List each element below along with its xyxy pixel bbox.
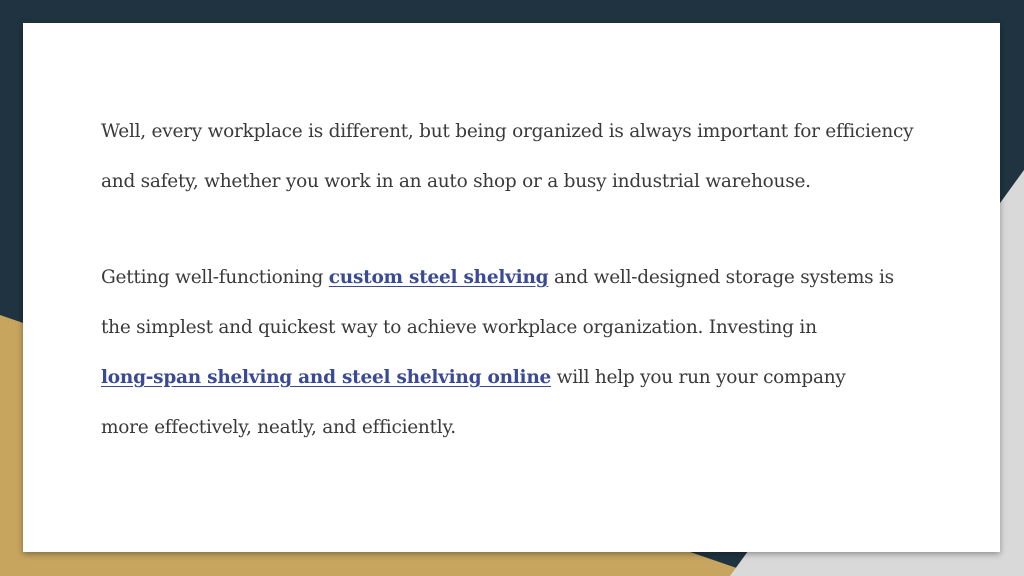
paragraph-intro-line-2: and safety, whether you work in an auto … bbox=[101, 171, 811, 192]
paragraph-shelving-line-3: long-span shelving and steel shelving on… bbox=[101, 353, 941, 403]
paragraph-intro: Well, every workplace is different, but … bbox=[101, 107, 941, 207]
paragraph-shelving-line-2: the simplest and quickest way to achieve… bbox=[101, 317, 817, 338]
paragraph-shelving-line-4: more effectively, neatly, and efficientl… bbox=[101, 417, 456, 438]
custom-steel-shelving-link[interactable]: custom steel shelving bbox=[329, 267, 549, 288]
paragraph-intro-line-1: Well, every workplace is different, but … bbox=[101, 121, 914, 142]
long-span-shelving-link[interactable]: long-span shelving and steel shelving on… bbox=[101, 367, 551, 388]
paragraph-shelving-suffix-1: and well-designed storage systems is bbox=[548, 267, 894, 288]
slide-content: Well, every workplace is different, but … bbox=[101, 107, 941, 499]
paragraph-shelving-suffix-2: will help you run your company bbox=[551, 367, 846, 388]
paragraph-shelving-line-1: Getting well-functioning custom steel sh… bbox=[101, 253, 941, 303]
slide-card: Well, every workplace is different, but … bbox=[23, 23, 1000, 552]
paragraph-shelving: Getting well-functioning custom steel sh… bbox=[101, 253, 941, 453]
paragraph-shelving-prefix: Getting well-functioning bbox=[101, 267, 329, 288]
